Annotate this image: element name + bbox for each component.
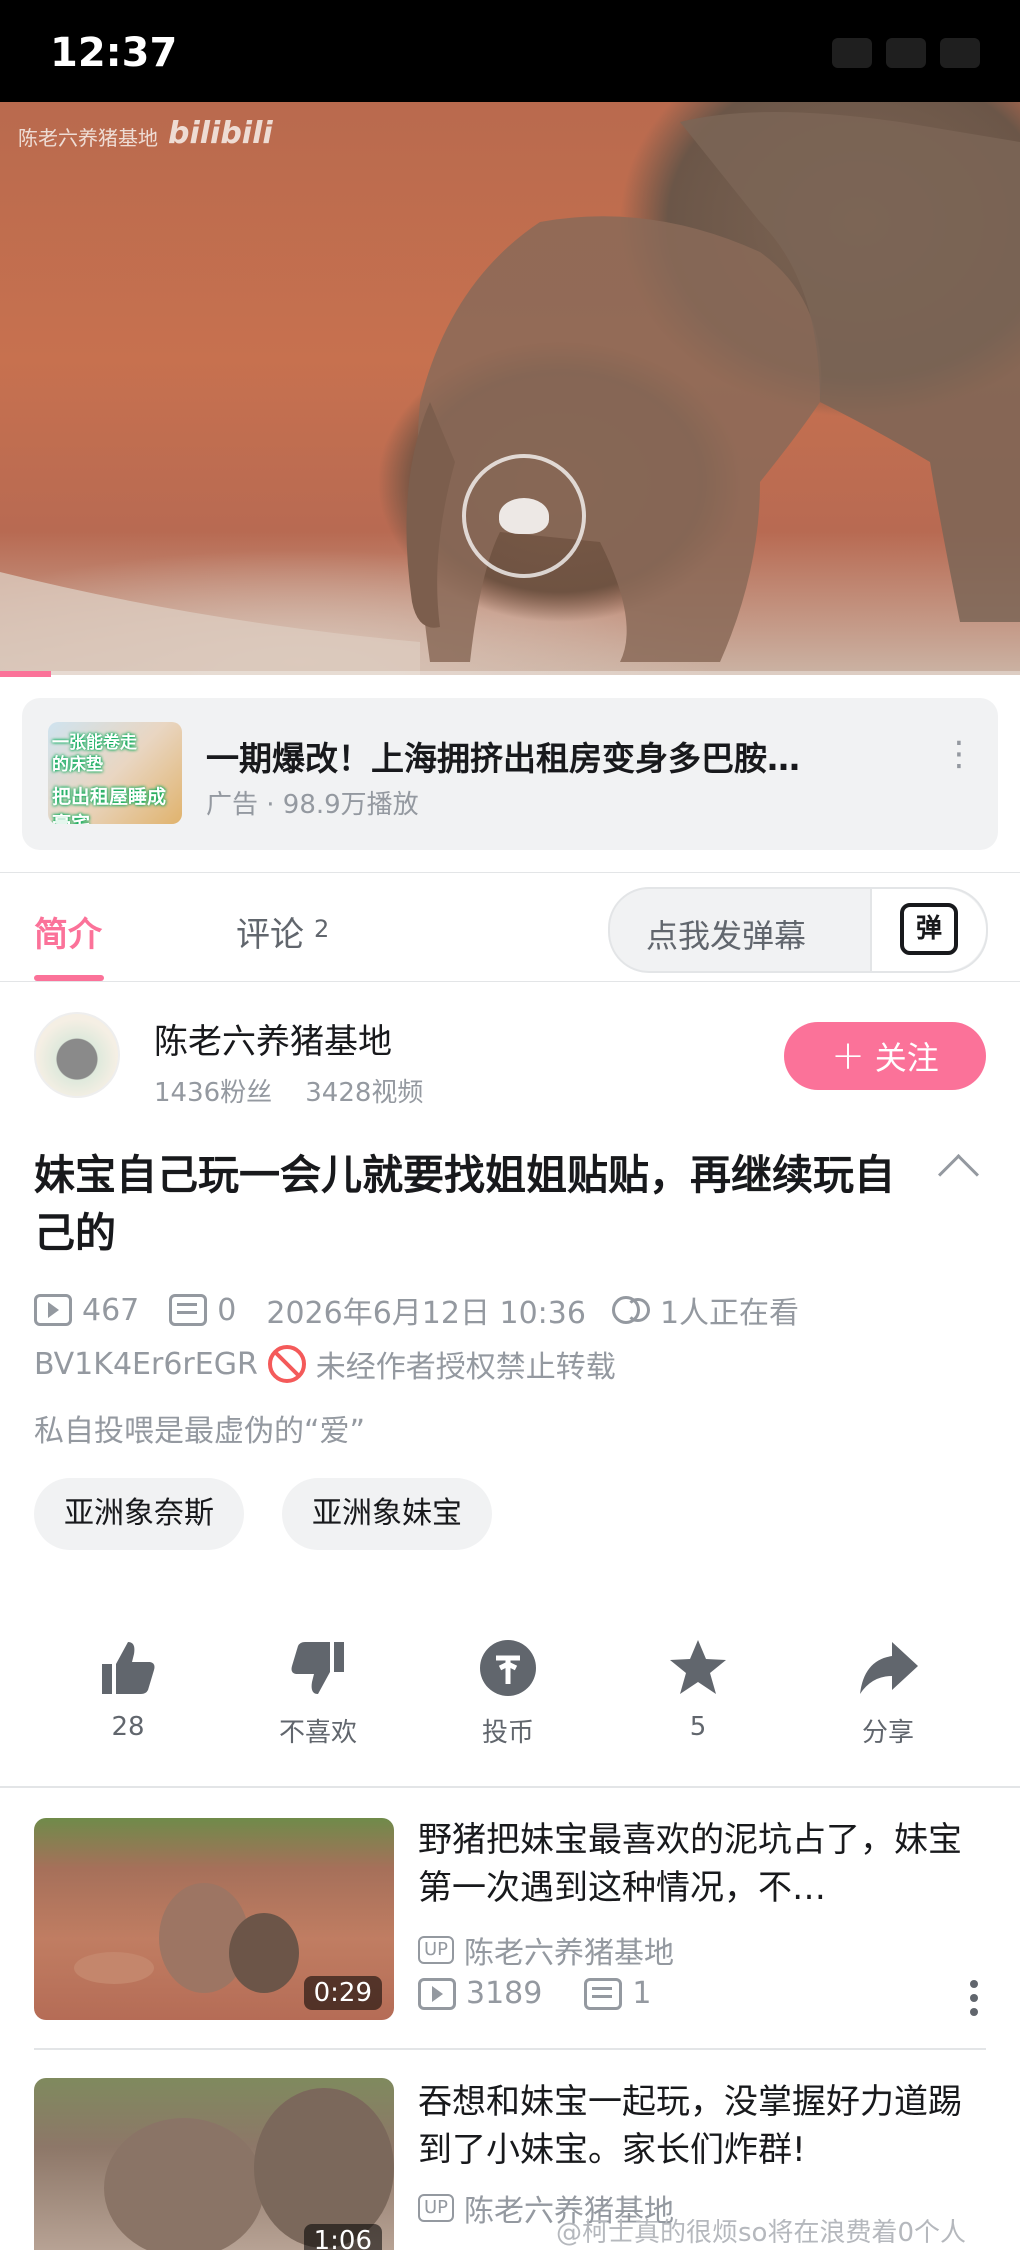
- divider: [34, 2048, 986, 2050]
- like-icon: [96, 1636, 160, 1700]
- coin-button[interactable]: 投币: [448, 1636, 568, 1749]
- video-player[interactable]: 陈老六养猪基地 bilibili: [0, 102, 1020, 677]
- status-bar: 12:37: [0, 0, 1020, 102]
- rec-stats-row: 3189 1: [418, 1976, 651, 2011]
- rec-thumbnail[interactable]: 1:06: [34, 2078, 394, 2250]
- like-count: 28: [111, 1712, 145, 1742]
- uploader-name[interactable]: 陈老六养猪基地: [154, 1014, 392, 1063]
- rec-title[interactable]: 吞想和妹宝一起玩，没掌握好力道踢到了小妹宝。家长们炸群!: [418, 2078, 988, 2174]
- bvid[interactable]: BV1K4Er6rEGR: [34, 1347, 258, 1382]
- comments-count: 2: [314, 915, 330, 943]
- ad-thumbnail: 一张能卷走 的床垫 把出租屋睡成豪宅: [48, 722, 182, 824]
- dislike-icon: [286, 1636, 350, 1700]
- video-watermark: 陈老六养猪基地: [18, 126, 158, 150]
- ad-title[interactable]: 一期爆改！上海拥挤出租房变身多巴胺…: [206, 732, 800, 780]
- viewers-icon: [611, 1296, 650, 1324]
- rec-duration: 1:06: [303, 2224, 382, 2250]
- tab-bar: 简介 评论 2 点我发弹幕 弹: [0, 872, 1020, 982]
- wifi-icon: [886, 38, 926, 68]
- rec-danmaku: 1: [632, 1976, 652, 2011]
- coin-label: 投币: [481, 1718, 534, 1748]
- dislike-button[interactable]: 不喜欢: [258, 1636, 378, 1749]
- collapse-icon[interactable]: [937, 1153, 980, 1196]
- footer-watermark: @柯士真的很烦so将在浪费着0个人: [556, 2218, 966, 2248]
- play-count-icon: [418, 1977, 456, 2010]
- ad-meta: 广告 · 98.9万播放: [206, 790, 419, 820]
- favorite-count: 5: [689, 1712, 707, 1742]
- ad-thumb-text: 把出租屋睡成豪宅: [52, 786, 167, 824]
- uploader-stamp-icon: [462, 454, 586, 578]
- copyright-notice: 未经作者授权禁止转载: [315, 1350, 616, 1385]
- tag-chip[interactable]: 亚洲象奈斯: [34, 1478, 244, 1550]
- status-time: 12:37: [50, 30, 178, 76]
- danmaku-input-box[interactable]: 点我发弹幕 弹: [608, 887, 988, 973]
- dislike-label: 不喜欢: [278, 1718, 357, 1748]
- rec-duration: 0:29: [303, 1976, 382, 2010]
- danmaku-count: 0: [217, 1292, 237, 1328]
- no-repost-icon: [267, 1345, 306, 1383]
- share-label: 分享: [861, 1718, 914, 1748]
- star-icon: [666, 1636, 730, 1700]
- tab-comments[interactable]: 评论: [236, 907, 304, 956]
- video-frame: [0, 112, 1020, 675]
- viewers-count: 1人正在看: [659, 1296, 800, 1331]
- bilibili-logo: bilibili: [168, 116, 273, 151]
- play-count-icon: [34, 1294, 72, 1326]
- follow-button[interactable]: + 关注: [784, 1022, 986, 1090]
- more-options-icon[interactable]: [970, 1994, 978, 2002]
- active-tab-indicator: [34, 975, 104, 981]
- fans-count: 1436粉丝: [154, 1078, 273, 1108]
- video-progress-bar[interactable]: [0, 671, 1020, 677]
- video-title: 妹宝自己玩一会儿就要找姐姐贴贴，再继续玩自己的: [34, 1151, 895, 1257]
- rec-plays: 3189: [466, 1976, 543, 2011]
- rec-title[interactable]: 野猪把妹宝最喜欢的泥坑占了，妹宝第一次遇到这种情况，不…: [418, 1816, 988, 1912]
- rec-thumbnail[interactable]: 0:29: [34, 1818, 394, 2020]
- bvid-row: BV1K4Er6rEGR 未经作者授权禁止转载: [34, 1342, 616, 1386]
- uploader-stats: 1436粉丝 3428视频: [154, 1072, 423, 1109]
- tag-chip[interactable]: 亚洲象妹宝: [282, 1478, 492, 1550]
- play-count: 467: [82, 1292, 140, 1328]
- ad-thumb-text: 的床垫: [52, 755, 103, 775]
- rec-uploader: 陈老六养猪基地: [464, 1936, 675, 1971]
- share-button[interactable]: 分享: [828, 1636, 948, 1749]
- danmaku-count-icon: [584, 1977, 623, 2010]
- plus-icon: +: [831, 1033, 865, 1079]
- publish-date: 2026年6月12日 10:36: [266, 1296, 586, 1331]
- more-options-icon[interactable]: ⋮: [942, 737, 976, 771]
- divider: [0, 1786, 1020, 1788]
- tab-intro[interactable]: 简介: [34, 907, 102, 956]
- signal-icon: [832, 38, 872, 68]
- battery-icon: [940, 38, 980, 68]
- video-description: 私自投喂是最虚伪的“爱”: [34, 1414, 366, 1449]
- status-icons: [832, 38, 980, 68]
- danmaku-button[interactable]: 弹: [870, 889, 986, 971]
- video-progress-fill: [0, 671, 51, 677]
- up-badge-icon: UP: [418, 2194, 455, 2222]
- favorite-button[interactable]: 5: [638, 1636, 758, 1742]
- up-badge-icon: UP: [418, 1936, 455, 1964]
- uploader-avatar[interactable]: [34, 1012, 120, 1098]
- ad-card[interactable]: 一张能卷走 的床垫 把出租屋睡成豪宅 一期爆改！上海拥挤出租房变身多巴胺… 广告…: [22, 698, 998, 850]
- video-count: 3428视频: [305, 1078, 424, 1108]
- share-icon: [856, 1636, 920, 1700]
- danmaku-input[interactable]: 点我发弹幕: [646, 911, 806, 957]
- rec-uploader-row: UP 陈老六养猪基地: [418, 1928, 674, 1972]
- follow-label: 关注: [874, 1039, 939, 1077]
- like-button[interactable]: 28: [68, 1636, 188, 1742]
- video-meta-row: 467 0 2026年6月12日 10:36 1人正在看: [34, 1288, 799, 1332]
- danmaku-count-icon: [169, 1294, 208, 1326]
- danmaku-tv-icon: 弹: [900, 903, 958, 955]
- coin-icon: [476, 1636, 540, 1700]
